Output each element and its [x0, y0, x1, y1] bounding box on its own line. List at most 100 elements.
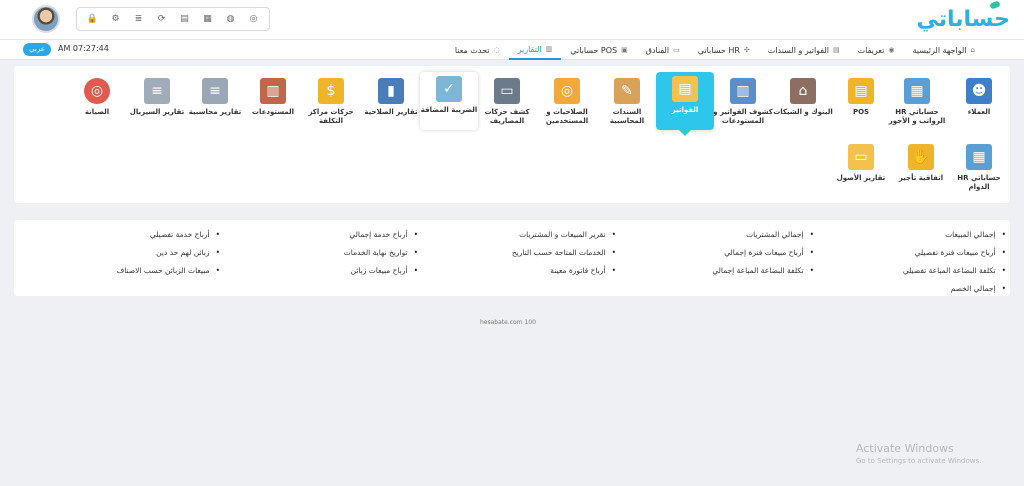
- report-link[interactable]: إجمالي المشتريات: [746, 230, 814, 239]
- footer-text: hesabate.com 100: [480, 319, 536, 326]
- report-link[interactable]: تكلفة البضاعة المباعة تفصيلي: [903, 266, 1006, 275]
- tile-label: POS: [852, 108, 870, 116]
- tile-validity[interactable]: ▮ تقارير الصلاحية: [362, 74, 420, 132]
- nav-label: التقارير: [517, 44, 542, 54]
- currency-icon[interactable]: ◎: [248, 13, 260, 25]
- user-avatar[interactable]: [32, 5, 60, 33]
- warehouse-icon: ▥: [260, 78, 286, 104]
- nav-label: الواجهة الرئيسية: [912, 45, 967, 55]
- tile-label: الفواتير: [671, 106, 699, 114]
- report-link[interactable]: إجمالي الخصم: [951, 284, 1006, 293]
- tile-label: البنوك و الشيكات: [773, 108, 833, 116]
- brand-logo[interactable]: حساباتي: [916, 0, 1011, 36]
- tool-icon-bar: 🔒 ⚙ ≣ ⟳ ▤ ▦ ◍ ◎: [76, 7, 270, 31]
- pos-icon: ▣: [621, 46, 628, 54]
- nav-hotels[interactable]: ▭ الفنادق: [637, 40, 689, 60]
- tile-banks-cheques[interactable]: ⌂ البنوك و الشيكات: [773, 74, 833, 132]
- tile-label: كشوف الفواتير و المستودعات: [713, 108, 773, 125]
- tile-hr-salaries[interactable]: ▦ حساباتي HR الرواتب و الأجور: [888, 74, 946, 132]
- report-link[interactable]: أرباح مبيعات فترة إجمالي: [724, 248, 814, 257]
- hr-salary-icon: ▦: [904, 78, 930, 104]
- nav-label: تحدث معنا: [454, 45, 490, 55]
- tile-label: الضريبة المضافة: [420, 106, 478, 114]
- report-link[interactable]: مبيعات الزبائن حسب الاصناف: [116, 266, 220, 275]
- tile-expenses[interactable]: ▭ كشف حركات المصاريف: [478, 74, 536, 132]
- pos-receipt-icon: ▤: [848, 78, 874, 104]
- nav-home[interactable]: ⌂ الواجهة الرئيسية: [904, 40, 985, 60]
- language-button[interactable]: عربي: [23, 43, 51, 56]
- nav-reports[interactable]: ▥ التقارير: [508, 40, 562, 60]
- nav-invoices-vouchers[interactable]: ▤ الفواتير و السندات: [759, 40, 849, 60]
- watermark-subtitle: Go to Settings to activate Windows.: [856, 457, 982, 465]
- logo-text: حساباتي: [916, 7, 1011, 32]
- report-link[interactable]: زبائن لهم حد دين: [156, 248, 220, 257]
- nav-label: تعريفات: [857, 45, 885, 55]
- tile-label: العملاء: [967, 108, 991, 116]
- tile-invoices[interactable]: ▤ الفواتير: [656, 72, 714, 136]
- tile-label: اتفاقية تأجير: [898, 174, 944, 182]
- tax-cheque-icon: ✓: [436, 76, 462, 102]
- report-link[interactable]: تواريخ نهاية الخدمات: [344, 248, 418, 257]
- sync-icon[interactable]: ⟳: [156, 13, 168, 25]
- watermark-title: Activate Windows: [856, 442, 954, 455]
- money-bag-icon[interactable]: ◍: [225, 13, 237, 25]
- tile-label: تقارير الصلاحية: [364, 108, 418, 116]
- tile-label: تقارير السيريال: [129, 108, 185, 116]
- nav-label: الفنادق: [645, 45, 670, 55]
- report-link[interactable]: الخدمات المتاحة حسب التاريخ: [512, 248, 616, 257]
- assets-folder-icon: ▭: [848, 144, 874, 170]
- clock: AM 07:27:44: [58, 44, 109, 53]
- tile-maintenance[interactable]: ◎ الصيانة: [68, 74, 126, 132]
- tile-lease[interactable]: ✋ اتفاقية تأجير: [892, 140, 950, 198]
- tile-label: الصيانة: [84, 108, 110, 116]
- tile-label: المستودعات: [251, 108, 295, 116]
- report-link[interactable]: أرباح فاتورة معينة: [550, 266, 616, 275]
- tile-permissions-users[interactable]: ◎ الصلاحيات و المستخدمين: [538, 74, 596, 132]
- nav-hr[interactable]: ✣ حساباتي HR: [689, 40, 759, 60]
- tile-vouchers[interactable]: ✎ السندات المحاسبية: [598, 74, 656, 132]
- printer-icon[interactable]: ▤: [179, 13, 191, 25]
- bank-icon: ⌂: [790, 78, 816, 104]
- tile-label: حركات مراكز التكلفة: [308, 108, 354, 125]
- database-icon[interactable]: ≣: [133, 13, 145, 25]
- cost-center-icon: $: [318, 78, 344, 104]
- tile-label: السندات المحاسبية: [609, 108, 645, 125]
- eye-icon: ◉: [888, 46, 895, 54]
- statements-icon: ▥: [730, 78, 756, 104]
- report-link[interactable]: إجمالي المبيعات: [945, 230, 1006, 239]
- windows-activation-watermark: Activate Windows Go to Settings to activ…: [856, 442, 981, 465]
- nav-label: حساباتي HR: [697, 45, 740, 55]
- tile-assets[interactable]: ▭ تقارير الأصول: [832, 140, 890, 198]
- nav-label: حساباتي POS: [570, 45, 618, 55]
- tile-accounting[interactable]: ≡ تقارير محاسبية: [186, 74, 244, 132]
- report-link[interactable]: تكلفة البضاعة المباعة إجمالي: [712, 266, 814, 275]
- expenses-icon: ▭: [494, 78, 520, 104]
- tile-pos[interactable]: ▤ POS: [832, 74, 890, 132]
- handshake-icon: ✋: [908, 144, 934, 170]
- chat-icon: ◌: [493, 46, 500, 54]
- accounting-doc-icon: ≡: [202, 78, 228, 104]
- tile-statements[interactable]: ▥ كشوف الفواتير و المستودعات: [713, 74, 773, 132]
- users-coins-icon: ◎: [554, 78, 580, 104]
- people-icon: ✣: [743, 46, 750, 54]
- tile-cost-centers[interactable]: $ حركات مراكز التكلفة: [302, 74, 360, 132]
- report-categories-panel: ☻ العملاء ▦ حساباتي HR الرواتب و الأجور …: [14, 66, 1010, 203]
- report-link[interactable]: أرباح مبيعات زبائن: [351, 266, 418, 275]
- nav-pos[interactable]: ▣ حساباتي POS: [561, 40, 636, 60]
- grid-icon[interactable]: ▦: [202, 13, 214, 25]
- report-icon: ▥: [545, 45, 553, 53]
- report-link[interactable]: تقرير المبيعات و المشتريات: [519, 230, 616, 239]
- tile-serial[interactable]: ≡ تقارير السيريال: [128, 74, 186, 132]
- report-link[interactable]: أرباح مبيعات فترة تفصيلي: [915, 248, 1006, 257]
- report-link[interactable]: أرباح خدمة إجمالي: [349, 230, 418, 239]
- tile-warehouses[interactable]: ▥ المستودعات: [244, 74, 302, 132]
- nav-definitions[interactable]: ◉ تعريفات: [849, 40, 904, 60]
- report-link[interactable]: أرباح خدمة تفصيلي: [150, 230, 220, 239]
- tile-label: حساباتي HR الرواتب و الأجور: [888, 108, 946, 125]
- lock-icon[interactable]: 🔒: [87, 13, 99, 25]
- tile-vat[interactable]: ✓ الضريبة المضافة: [420, 72, 478, 130]
- nav-chat[interactable]: ◌ تحدث معنا: [446, 40, 509, 60]
- tile-hr-attendance[interactable]: ▦ حساباتي HR الدوام: [950, 140, 1008, 198]
- tile-customers[interactable]: ☻ العملاء: [950, 74, 1008, 132]
- settings-icon[interactable]: ⚙: [110, 13, 122, 25]
